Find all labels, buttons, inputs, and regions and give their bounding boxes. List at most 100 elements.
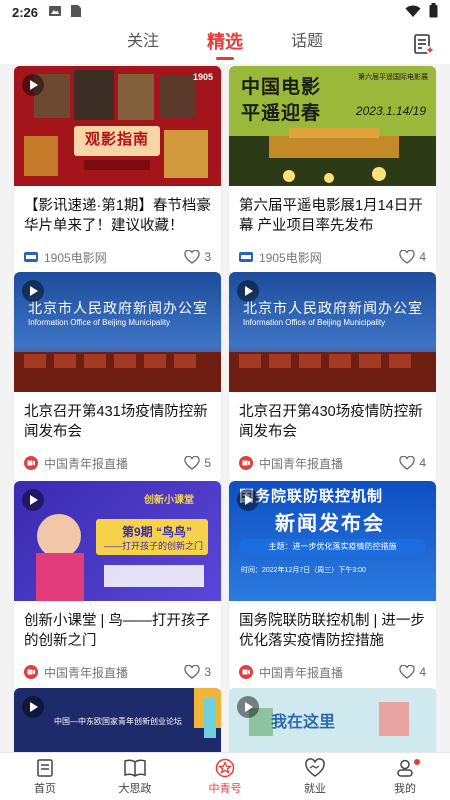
card-thumbnail: 北京市人民政府新闻办公室 Information Office of Beiji… [14, 272, 221, 392]
card-meta: 中国青年报直播 4 [229, 444, 436, 482]
heart-icon [399, 250, 415, 264]
bottom-nav: 首页 大思政 中青号 就业 我的 [0, 752, 450, 800]
like-count: 3 [204, 250, 211, 264]
play-icon [237, 696, 259, 718]
youth-badge-icon [215, 758, 235, 777]
like-button[interactable]: 5 [184, 456, 211, 470]
card-source: 1905电影网 [259, 250, 322, 265]
notification-dot [414, 759, 420, 765]
status-bar: 2:26 [0, 0, 450, 24]
feed-card[interactable]: 中国—中东欧国家青年创新创业论坛 [14, 688, 221, 752]
thumb-caption: 主题：进一步优化落实疫情防控措施 [239, 539, 426, 555]
card-thumbnail: 第9期 “鸟鸟” ——打开孩子的创新之门 创新小课堂 [14, 481, 221, 601]
like-count: 3 [204, 665, 211, 679]
sim-card-icon [70, 4, 82, 21]
play-icon [22, 280, 44, 302]
source-logo-icon [24, 252, 38, 262]
tab-topics[interactable]: 话题 [291, 24, 323, 64]
like-button[interactable]: 3 [184, 250, 211, 264]
heart-icon [184, 456, 200, 470]
top-tabs: 关注 精选 话题 [0, 24, 450, 64]
thumb-caption: 北京市人民政府新闻办公室 [28, 300, 208, 316]
tab-following[interactable]: 关注 [127, 24, 159, 64]
nav-jobs[interactable]: 就业 [270, 753, 360, 800]
user-icon [397, 759, 413, 777]
feed-card[interactable]: 第9期 “鸟鸟” ——打开孩子的创新之门 创新小课堂 创新小课堂 | 鸟——打开… [14, 481, 221, 691]
thumb-caption: 观影指南 [84, 131, 149, 148]
nav-home[interactable]: 首页 [0, 753, 90, 800]
live-source-icon [24, 456, 38, 470]
card-thumbnail: 我在这里 [229, 688, 436, 752]
nav-label: 我的 [394, 782, 416, 795]
feed-card[interactable]: 北京市人民政府新闻办公室 Information Office of Beiji… [229, 272, 436, 482]
heart-icon [399, 665, 415, 679]
thumb-caption: 平遥迎春 [241, 103, 322, 124]
live-source-icon [239, 665, 253, 679]
card-title: 国务院联防联控机制 | 进一步优化落实疫情防控措施 [239, 613, 425, 649]
card-title: 创新小课堂 | 鸟——打开孩子的创新之门 [24, 613, 210, 649]
like-count: 4 [419, 665, 426, 679]
thumb-caption: 国务院联防联控机制 [239, 488, 384, 505]
feed-card[interactable]: 国务院联防联控机制 新闻发布会 主题：进一步优化落实疫情防控措施 时间：2022… [229, 481, 436, 691]
battery-icon [429, 3, 438, 21]
book-icon [124, 759, 146, 777]
play-icon [22, 74, 44, 96]
nav-label: 大思政 [118, 782, 152, 795]
edit-list-icon [414, 34, 434, 54]
thumb-caption: 2023.1.14/19 [355, 104, 426, 118]
like-button[interactable]: 4 [399, 250, 426, 264]
thumb-caption: 第六届平遥国际电影展 [358, 74, 428, 81]
live-source-icon [24, 665, 38, 679]
thumb-caption: 新闻发布会 [275, 513, 385, 535]
like-count: 4 [419, 250, 426, 264]
thumb-caption: 北京市人民政府新闻办公室 [243, 300, 423, 316]
source-logo-icon [239, 252, 253, 262]
like-button[interactable]: 4 [399, 456, 426, 470]
like-count: 4 [419, 456, 426, 470]
play-icon [22, 489, 44, 511]
feed-card[interactable]: 中国电影 平遥迎春 第六届平遥国际电影展 2023.1.14/19 第六届平遥电… [229, 66, 436, 276]
play-icon [22, 696, 44, 718]
thumb-caption: 中国—中东欧国家青年创新创业论坛 [54, 717, 182, 726]
feed-grid: 观影指南 1905 【影讯速递·第1期】春节档豪华片单来了！建议收藏！ 1905… [0, 64, 450, 752]
image-icon [48, 4, 62, 21]
thumb-caption: 创新小课堂 [144, 495, 194, 506]
nav-me[interactable]: 我的 [360, 753, 450, 800]
card-meta: 中国青年报直播 3 [14, 653, 221, 691]
like-button[interactable]: 3 [184, 665, 211, 679]
card-title: 第六届平遥电影展1月14日开幕 产业项目率先发布 [239, 198, 423, 234]
card-title: 北京召开第431场疫情防控新闻发布会 [24, 404, 208, 440]
heart-icon [184, 665, 200, 679]
nav-ideology[interactable]: 大思政 [90, 753, 180, 800]
thumb-caption: 中国电影 [241, 77, 322, 98]
feed-card[interactable]: 我在这里 [229, 688, 436, 752]
heart-icon [399, 456, 415, 470]
thumb-caption: 时间：2022年12月7日（周三）下午3:00 [241, 567, 366, 574]
nav-youth-account[interactable]: 中青号 [180, 753, 270, 800]
play-icon [237, 280, 259, 302]
feed-card[interactable]: 观影指南 1905 【影讯速递·第1期】春节档豪华片单来了！建议收藏！ 1905… [14, 66, 221, 276]
thumb-caption: 第9期 “鸟鸟” [122, 525, 193, 539]
play-icon [237, 489, 259, 511]
handshake-heart-icon [305, 757, 325, 777]
thumb-caption: 我在这里 [271, 714, 336, 731]
like-count: 5 [204, 456, 211, 470]
wifi-icon [405, 4, 421, 21]
card-source: 中国青年报直播 [259, 456, 344, 471]
nav-label: 就业 [304, 782, 326, 795]
card-thumbnail: 国务院联防联控机制 新闻发布会 主题：进一步优化落实疫情防控措施 时间：2022… [229, 481, 436, 601]
card-source: 1905电影网 [44, 250, 107, 265]
feed-card[interactable]: 北京市人民政府新闻办公室 Information Office of Beiji… [14, 272, 221, 482]
nav-label: 中青号 [208, 782, 242, 795]
nav-label: 首页 [34, 782, 56, 795]
tab-featured[interactable]: 精选 [207, 24, 243, 64]
thumb-caption: Information Office of Beijing Municipali… [28, 318, 171, 327]
card-title: 【影讯速递·第1期】春节档豪华片单来了！建议收藏！ [24, 198, 211, 234]
live-source-icon [239, 456, 253, 470]
card-source: 中国青年报直播 [44, 456, 129, 471]
card-source: 中国青年报直播 [44, 665, 129, 680]
like-button[interactable]: 4 [399, 665, 426, 679]
thumb-caption: ——打开孩子的创新之门 [104, 541, 204, 551]
edit-list-button[interactable] [412, 32, 436, 56]
heart-icon [184, 250, 200, 264]
